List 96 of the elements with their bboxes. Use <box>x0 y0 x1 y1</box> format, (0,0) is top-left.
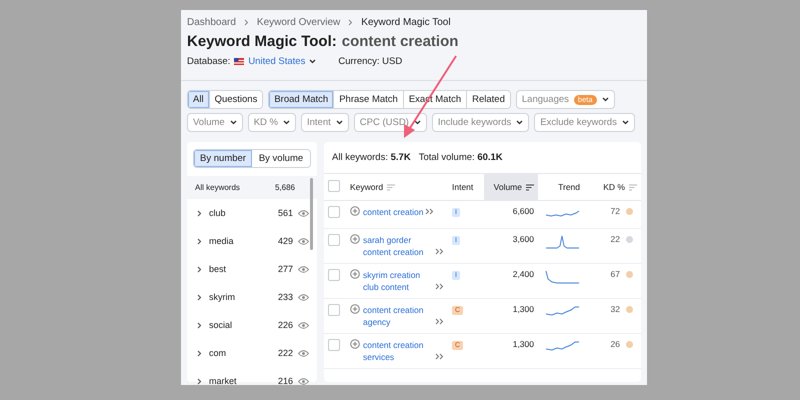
chevron-right-icon <box>244 19 249 26</box>
eye-icon[interactable] <box>298 350 309 356</box>
double-chevron-icon[interactable] <box>435 353 444 360</box>
chevron-right-icon[interactable] <box>197 210 202 216</box>
column-header[interactable]: KD % <box>584 174 641 200</box>
eye-icon[interactable] <box>298 266 309 272</box>
sort-toggle-tab[interactable]: By number <box>194 150 252 167</box>
column-header[interactable]: Trend <box>538 174 584 200</box>
flag-icon <box>234 58 244 65</box>
group-label[interactable]: best <box>209 264 278 274</box>
group-count: 216 <box>278 376 293 385</box>
breadcrumb-link[interactable]: Dashboard <box>187 17 236 28</box>
chevron-down-icon <box>282 120 290 125</box>
scrollbar[interactable] <box>310 178 313 250</box>
filter-dropdown[interactable]: Intent <box>300 113 349 132</box>
checkbox[interactable] <box>328 269 340 281</box>
volume-cell: 6,600 <box>484 200 538 228</box>
group-count: 222 <box>278 348 293 358</box>
group-label[interactable]: skyrim <box>209 292 278 302</box>
double-chevron-icon[interactable] <box>425 208 434 215</box>
group-label[interactable]: market <box>209 376 278 385</box>
add-icon[interactable] <box>350 234 360 244</box>
chevron-down-icon <box>230 120 237 125</box>
chevron-down-icon <box>622 120 629 125</box>
keyword-link[interactable]: skyrim creation club content <box>363 269 433 293</box>
keywords-summary: All keywords: 5.7K <box>332 152 411 163</box>
double-chevron-icon[interactable] <box>435 248 444 255</box>
group-count: 561 <box>278 208 293 218</box>
kd-value: 32 <box>610 304 620 314</box>
volume-summary: Total volume: 60.1K <box>418 152 503 163</box>
filter-dropdown[interactable]: KD % <box>248 113 296 132</box>
sort-icon[interactable] <box>526 184 534 192</box>
chevron-down-icon <box>336 120 343 125</box>
database-dropdown[interactable]: United States <box>248 56 306 67</box>
match-filter-tab[interactable]: Broad Match <box>269 91 334 108</box>
match-filter-tab[interactable]: All <box>188 91 210 108</box>
add-icon[interactable] <box>350 339 360 349</box>
checkbox[interactable] <box>328 206 340 218</box>
filter-dropdown[interactable]: CPC (USD) <box>354 113 427 132</box>
database-label: Database: <box>187 56 230 67</box>
chevron-down-icon <box>602 97 609 102</box>
double-chevron-icon[interactable] <box>435 283 444 290</box>
group-count: 429 <box>278 236 293 246</box>
filter-dropdown[interactable]: Exclude keywords <box>534 113 635 132</box>
group-count: 277 <box>278 264 293 274</box>
search-query: content creation <box>342 33 458 50</box>
chevron-right-icon[interactable] <box>197 350 202 356</box>
column-header[interactable]: Keyword <box>346 174 448 200</box>
add-icon[interactable] <box>350 304 360 314</box>
eye-icon[interactable] <box>298 378 309 384</box>
group-count: 226 <box>278 320 293 330</box>
eye-icon[interactable] <box>298 294 309 300</box>
column-header[interactable]: Volume <box>484 174 538 200</box>
group-count: 233 <box>278 292 293 302</box>
kd-value: 72 <box>610 206 620 216</box>
kd-value: 67 <box>610 269 620 279</box>
chevron-down-icon <box>414 120 421 125</box>
keyword-link[interactable]: content creation <box>363 206 424 218</box>
eye-icon[interactable] <box>298 210 309 216</box>
checkbox[interactable] <box>328 304 340 316</box>
chevron-right-icon[interactable] <box>197 378 202 384</box>
page-title: Keyword Magic Tool: <box>187 33 337 50</box>
volume-cell: 1,300 <box>484 298 538 334</box>
chevron-down-icon <box>516 120 524 125</box>
currency-label: Currency: USD <box>338 56 402 67</box>
chevron-right-icon[interactable] <box>197 266 202 272</box>
double-chevron-icon[interactable] <box>435 318 444 325</box>
chevron-right-icon[interactable] <box>197 322 202 328</box>
keyword-link[interactable]: content creation agency <box>363 304 433 328</box>
breadcrumb-link[interactable]: Keyword Magic Tool <box>361 17 451 28</box>
kd-value: 22 <box>610 234 620 244</box>
checkbox[interactable] <box>328 234 340 246</box>
breadcrumb-link[interactable]: Keyword Overview <box>256 17 340 28</box>
add-icon[interactable] <box>350 269 360 279</box>
keyword-link[interactable]: content creation services <box>363 339 433 363</box>
chevron-right-icon <box>348 19 354 26</box>
checkbox[interactable] <box>328 339 340 351</box>
volume-cell: 2,400 <box>484 264 538 298</box>
filter-dropdown[interactable]: Include keywords <box>432 113 530 132</box>
group-label[interactable]: media <box>209 236 278 246</box>
kd-value: 26 <box>610 339 620 349</box>
add-icon[interactable] <box>350 206 360 216</box>
group-label[interactable]: club <box>209 208 278 218</box>
keyword-link[interactable]: sarah gorder content creation <box>363 234 433 258</box>
chevron-right-icon[interactable] <box>197 294 202 300</box>
eye-icon[interactable] <box>298 322 309 328</box>
chevron-down-icon <box>309 59 316 64</box>
checkbox[interactable] <box>328 180 340 192</box>
volume-cell: 1,300 <box>484 334 538 368</box>
group-label[interactable]: com <box>209 348 278 358</box>
eye-icon[interactable] <box>298 238 309 244</box>
chevron-right-icon[interactable] <box>197 238 202 244</box>
group-label[interactable]: social <box>209 320 278 330</box>
all-keywords-row[interactable]: All keywords 5,686 <box>187 176 317 199</box>
filter-dropdown[interactable]: Volume <box>187 113 243 132</box>
volume-cell: 3,600 <box>484 228 538 264</box>
